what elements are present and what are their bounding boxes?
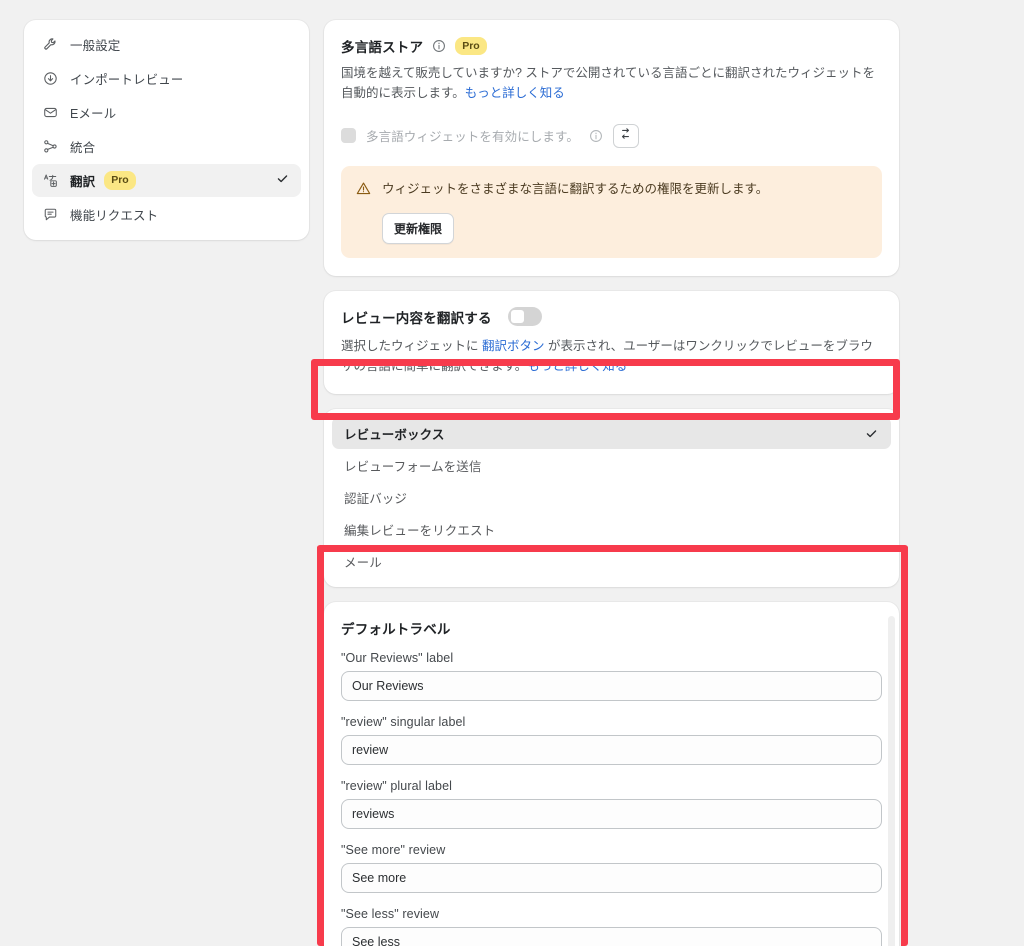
- default-labels-title: デフォルトラベル: [341, 622, 451, 637]
- checkmark-icon: [276, 172, 289, 190]
- warning-triangle-icon: [356, 181, 372, 201]
- sync-button[interactable]: [612, 123, 639, 148]
- default-labels-card: デフォルトラベル "Our Reviews" label "review" si…: [324, 602, 899, 946]
- sidebar-item-email[interactable]: Eメール: [32, 96, 301, 129]
- sidebar-item-label: 一般設定: [70, 39, 121, 53]
- sidebar-item-label: 翻訳: [70, 175, 96, 189]
- field-see-less-review: "See less" review: [341, 907, 882, 946]
- enable-multilingual-widget-checkbox[interactable]: [341, 128, 356, 143]
- pro-badge: Pro: [455, 36, 487, 56]
- card-title: 多言語ストア: [341, 40, 424, 55]
- pro-badge: Pro: [104, 171, 136, 190]
- checkmark-icon: [865, 427, 878, 440]
- download-circle-icon: [42, 70, 59, 87]
- info-icon[interactable]: [432, 39, 446, 53]
- widget-list-item-verified-badge[interactable]: 認証バッジ: [332, 481, 891, 513]
- widget-list-item-email[interactable]: メール: [332, 545, 891, 577]
- multilingual-store-card: 多言語ストア Pro 国境を越えて販売していますか? ストアで公開されている言語…: [324, 20, 899, 276]
- update-permissions-button[interactable]: 更新権限: [382, 212, 455, 244]
- info-icon[interactable]: [589, 129, 603, 143]
- review-plural-label-input[interactable]: [341, 799, 882, 829]
- translate-icon: [42, 172, 59, 189]
- translate-reviews-toggle[interactable]: [507, 307, 542, 326]
- field-label: "See more" review: [341, 843, 446, 857]
- sidebar-item-label: インポートレビュー: [70, 73, 184, 87]
- envelope-icon: [42, 104, 59, 121]
- sidebar-item-label: 統合: [70, 141, 96, 155]
- learn-more-link[interactable]: もっと詳しく知る: [527, 359, 627, 373]
- enable-multilingual-widget-row: 多言語ウィジェットを有効にします。: [341, 123, 882, 148]
- toggle-knob: [510, 310, 524, 323]
- field-review-singular-label: "review" singular label: [341, 715, 882, 765]
- sync-icon: [619, 127, 632, 145]
- form-scrollbar[interactable]: [888, 616, 895, 946]
- list-item-label: レビューフォームを送信: [344, 459, 482, 474]
- field-label: "review" plural label: [341, 779, 453, 793]
- checkbox-label: 多言語ウィジェットを有効にします。: [366, 130, 579, 144]
- list-item-label: 認証バッジ: [344, 491, 408, 506]
- widget-selection-list: レビューボックス レビューフォームを送信 認証バッジ 編集レビューをリクエスト …: [324, 409, 899, 587]
- field-label: "See less" review: [341, 907, 440, 921]
- description-text-part1: 選択したウィジェットに: [341, 338, 482, 353]
- list-item-label: メール: [344, 555, 382, 570]
- multilingual-store-header: 多言語ストア Pro: [341, 36, 882, 56]
- warning-text: ウィジェットをさまざまな言語に翻訳するための権限を更新します。: [382, 181, 769, 196]
- description-text: 国境を越えて販売していますか? ストアで公開されている言語ごとに翻訳されたウィジ…: [341, 66, 876, 101]
- field-label: "review" singular label: [341, 715, 466, 729]
- sidebar-item-import-reviews[interactable]: インポートレビュー: [32, 62, 301, 95]
- feedback-note-icon: [42, 206, 59, 223]
- sidebar-item-integrations[interactable]: 統合: [32, 130, 301, 163]
- review-singular-label-input[interactable]: [341, 735, 882, 765]
- settings-sidebar: 一般設定 インポートレビュー Eメール 統合 翻訳 Pro 機能リクエスト: [24, 20, 309, 240]
- field-our-reviews-label: "Our Reviews" label: [341, 651, 882, 701]
- our-reviews-label-input[interactable]: [341, 671, 882, 701]
- translate-button-link[interactable]: 翻訳ボタン: [482, 339, 545, 353]
- integration-nodes-icon: [42, 138, 59, 155]
- widget-list-item-submit-review-form[interactable]: レビューフォームを送信: [332, 449, 891, 481]
- widget-list-item-review-box[interactable]: レビューボックス: [332, 417, 891, 449]
- widget-list-item-request-edit-review[interactable]: 編集レビューをリクエスト: [332, 513, 891, 545]
- translate-reviews-header: レビュー内容を翻訳する: [341, 307, 882, 327]
- learn-more-link[interactable]: もっと詳しく知る: [465, 86, 565, 100]
- translate-reviews-description: 選択したウィジェットに 翻訳ボタン が表示され、ユーザーはワンクリックでレビュー…: [341, 336, 882, 377]
- translate-reviews-card: レビュー内容を翻訳する 選択したウィジェットに 翻訳ボタン が表示され、ユーザー…: [324, 290, 899, 394]
- list-item-label: 編集レビューをリクエスト: [344, 523, 496, 538]
- main-content: 多言語ストア Pro 国境を越えて販売していますか? ストアで公開されている言語…: [324, 20, 899, 946]
- card-title: レビュー内容を翻訳する: [341, 310, 492, 326]
- wrench-icon: [42, 36, 59, 53]
- warning-content: ウィジェットをさまざまな言語に翻訳するための権限を更新します。: [356, 180, 867, 201]
- sidebar-item-label: 機能リクエスト: [70, 209, 159, 223]
- see-less-review-input[interactable]: [341, 927, 882, 946]
- see-more-review-input[interactable]: [341, 863, 882, 893]
- field-review-plural-label: "review" plural label: [341, 779, 882, 829]
- sidebar-item-feature-request[interactable]: 機能リクエスト: [32, 198, 301, 231]
- field-see-more-review: "See more" review: [341, 843, 882, 893]
- page-root: 一般設定 インポートレビュー Eメール 統合 翻訳 Pro 機能リクエスト 多言…: [0, 0, 1024, 946]
- sidebar-item-label: Eメール: [70, 107, 117, 121]
- sidebar-item-translation[interactable]: 翻訳 Pro: [32, 164, 301, 197]
- field-label: "Our Reviews" label: [341, 651, 454, 665]
- permissions-warning-banner: ウィジェットをさまざまな言語に翻訳するための権限を更新します。 更新権限: [341, 165, 882, 258]
- list-item-label: レビューボックス: [344, 427, 445, 442]
- multilingual-store-description: 国境を越えて販売していますか? ストアで公開されている言語ごとに翻訳されたウィジ…: [341, 63, 882, 104]
- sidebar-item-general-settings[interactable]: 一般設定: [32, 28, 301, 61]
